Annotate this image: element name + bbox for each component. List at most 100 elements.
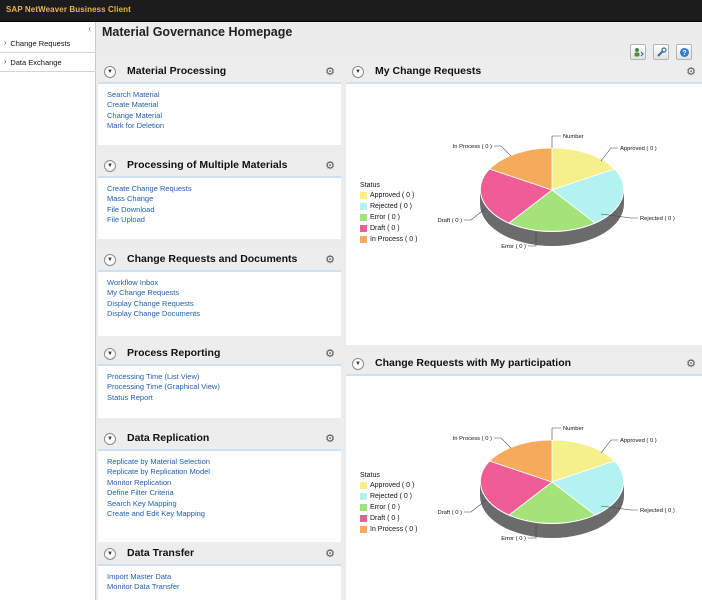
panel-title: Process Reporting	[127, 347, 221, 359]
panel-title: Data Transfer	[127, 547, 195, 559]
link-status-report[interactable]: Status Report	[107, 393, 220, 403]
gear-icon[interactable]: ⚙	[325, 347, 335, 360]
collapse-toggle-icon[interactable]: ▼	[104, 160, 116, 172]
gear-icon[interactable]: ⚙	[325, 65, 335, 78]
nav-item-label: Data Exchange	[10, 58, 62, 67]
link-workflow-inbox[interactable]: Workflow Inbox	[107, 278, 200, 288]
link-list: Import Master Data Monitor Data Transfer	[107, 572, 180, 593]
link-monitor-replication[interactable]: Monitor Replication	[107, 478, 210, 488]
pie-label-draft: Draft ( 0 )	[438, 218, 463, 224]
link-create-edit-key-mapping[interactable]: Create and Edit Key Mapping	[107, 509, 210, 519]
gear-icon[interactable]: ⚙	[325, 159, 335, 172]
collapse-toggle-icon[interactable]: ▼	[104, 348, 116, 360]
link-list: Replicate by Material Selection Replicat…	[107, 457, 210, 519]
link-search-material[interactable]: Search Material	[107, 90, 164, 100]
nav-divider	[0, 71, 96, 72]
pie-chart-svg: Number Approved ( 0 ) Rejected ( 0 ) Err…	[438, 426, 675, 542]
panel-header: ▼ Data Replication ⚙	[98, 427, 341, 451]
page-title: Material Governance Homepage	[102, 25, 293, 39]
settings-icon[interactable]	[653, 44, 669, 60]
link-mark-for-deletion[interactable]: Mark for Deletion	[107, 121, 164, 131]
svg-text:?: ?	[682, 50, 686, 57]
personalize-icon[interactable]	[630, 44, 646, 60]
pie-group	[480, 147, 624, 246]
navigation-panel: ‹ › Change Requests › Data Exchange	[0, 22, 96, 600]
panel-change-requests-participation: ▼ Change Requests with My participation …	[346, 352, 702, 600]
panel-title: Change Requests and Documents	[127, 253, 298, 265]
panel-data-transfer: ▼ Data Transfer ⚙ Import Master Data Mon…	[98, 542, 341, 600]
pie-label-number: Number	[563, 426, 584, 432]
collapse-toggle-icon[interactable]: ▼	[104, 548, 116, 560]
app-title: SAP NetWeaver Business Client	[6, 5, 131, 14]
link-replicate-replication-model[interactable]: Replicate by Replication Model	[107, 467, 210, 477]
panel-data-replication: ▼ Data Replication ⚙ Replicate by Materi…	[98, 427, 341, 551]
collapse-toggle-icon[interactable]: ▼	[104, 66, 116, 78]
nav-divider	[0, 52, 96, 53]
panel-title: Processing of Multiple Materials	[127, 159, 288, 171]
link-create-material[interactable]: Create Material	[107, 100, 164, 110]
link-list: Search Material Create Material Change M…	[107, 90, 164, 132]
nav-item-change-requests[interactable]: › Change Requests	[4, 39, 70, 48]
pie-label-approved: Approved ( 0 )	[620, 146, 657, 152]
panel-title: Data Replication	[127, 432, 210, 444]
pie-label-error: Error ( 0 )	[501, 244, 526, 250]
link-processing-time-graphical[interactable]: Processing Time (Graphical View)	[107, 382, 220, 392]
link-import-master-data[interactable]: Import Master Data	[107, 572, 180, 582]
pie-label-draft: Draft ( 0 )	[438, 510, 463, 516]
panel-header: ▼ Change Requests and Documents ⚙	[98, 248, 341, 272]
panel-material-processing: ▼ Material Processing ⚙ Search Material …	[98, 60, 341, 145]
gear-icon[interactable]: ⚙	[686, 65, 696, 78]
link-my-change-requests[interactable]: My Change Requests	[107, 288, 200, 298]
panel-header: ▼ Process Reporting ⚙	[98, 342, 341, 366]
link-mass-change[interactable]: Mass Change	[107, 194, 192, 204]
nav-item-data-exchange[interactable]: › Data Exchange	[4, 58, 62, 67]
link-replicate-material-selection[interactable]: Replicate by Material Selection	[107, 457, 210, 467]
panel-header: ▼ My Change Requests ⚙	[346, 60, 702, 84]
gear-icon[interactable]: ⚙	[325, 253, 335, 266]
link-list: Processing Time (List View) Processing T…	[107, 372, 220, 403]
pie-label-rejected: Rejected ( 0 )	[640, 216, 675, 222]
panel-header: ▼ Processing of Multiple Materials ⚙	[98, 154, 341, 178]
chevron-right-icon: ›	[4, 40, 7, 47]
pie-label-rejected: Rejected ( 0 )	[640, 508, 675, 514]
link-file-upload[interactable]: File Upload	[107, 215, 192, 225]
panel-title: Change Requests with My participation	[375, 357, 572, 369]
pie-label-in-process: In Process ( 0 )	[453, 436, 492, 442]
link-create-change-requests[interactable]: Create Change Requests	[107, 184, 192, 194]
link-list: Create Change Requests Mass Change File …	[107, 184, 192, 226]
link-list: Workflow Inbox My Change Requests Displa…	[107, 278, 200, 320]
link-change-material[interactable]: Change Material	[107, 111, 164, 121]
link-display-change-requests[interactable]: Display Change Requests	[107, 299, 200, 309]
link-search-key-mapping[interactable]: Search Key Mapping	[107, 499, 210, 509]
link-processing-time-list[interactable]: Processing Time (List View)	[107, 372, 220, 382]
collapse-nav-icon[interactable]: ‹	[88, 24, 91, 33]
help-icon[interactable]: ?	[676, 44, 692, 60]
pie-label-in-process: In Process ( 0 )	[453, 144, 492, 150]
collapse-toggle-icon[interactable]: ▼	[352, 358, 364, 370]
panel-processing-multiple-materials: ▼ Processing of Multiple Materials ⚙ Cre…	[98, 154, 341, 239]
panel-change-requests-documents: ▼ Change Requests and Documents ⚙ Workfl…	[98, 248, 341, 336]
pie-label-error: Error ( 0 )	[501, 536, 526, 542]
panel-header: ▼ Data Transfer ⚙	[98, 542, 341, 566]
link-display-change-documents[interactable]: Display Change Documents	[107, 309, 200, 319]
panel-title: My Change Requests	[375, 65, 482, 77]
chevron-right-icon: ›	[4, 59, 7, 66]
link-file-download[interactable]: File Download	[107, 205, 192, 215]
panel-title: Material Processing	[127, 65, 227, 77]
link-monitor-data-transfer[interactable]: Monitor Data Transfer	[107, 582, 180, 592]
gear-icon[interactable]: ⚙	[325, 432, 335, 445]
main-content: Material Governance Homepage ? ▼ Materia…	[96, 22, 702, 600]
gear-icon[interactable]: ⚙	[686, 357, 696, 370]
collapse-toggle-icon[interactable]: ▼	[104, 254, 116, 266]
pie-group	[480, 439, 624, 538]
panel-my-change-requests: ▼ My Change Requests ⚙ Status Approved (…	[346, 60, 702, 345]
pie-chart-svg: Number Approved ( 0 ) Rejected ( 0 ) Err…	[438, 134, 675, 250]
chart-area: Status Approved ( 0 ) Rejected ( 0 ) Err…	[346, 86, 702, 345]
link-define-filter-criteria[interactable]: Define Filter Criteria	[107, 488, 210, 498]
gear-icon[interactable]: ⚙	[325, 547, 335, 560]
collapse-toggle-icon[interactable]: ▼	[352, 66, 364, 78]
panel-header: ▼ Material Processing ⚙	[98, 60, 341, 84]
app-titlebar: SAP NetWeaver Business Client	[0, 0, 702, 22]
collapse-toggle-icon[interactable]: ▼	[104, 433, 116, 445]
panel-process-reporting: ▼ Process Reporting ⚙ Processing Time (L…	[98, 342, 341, 418]
